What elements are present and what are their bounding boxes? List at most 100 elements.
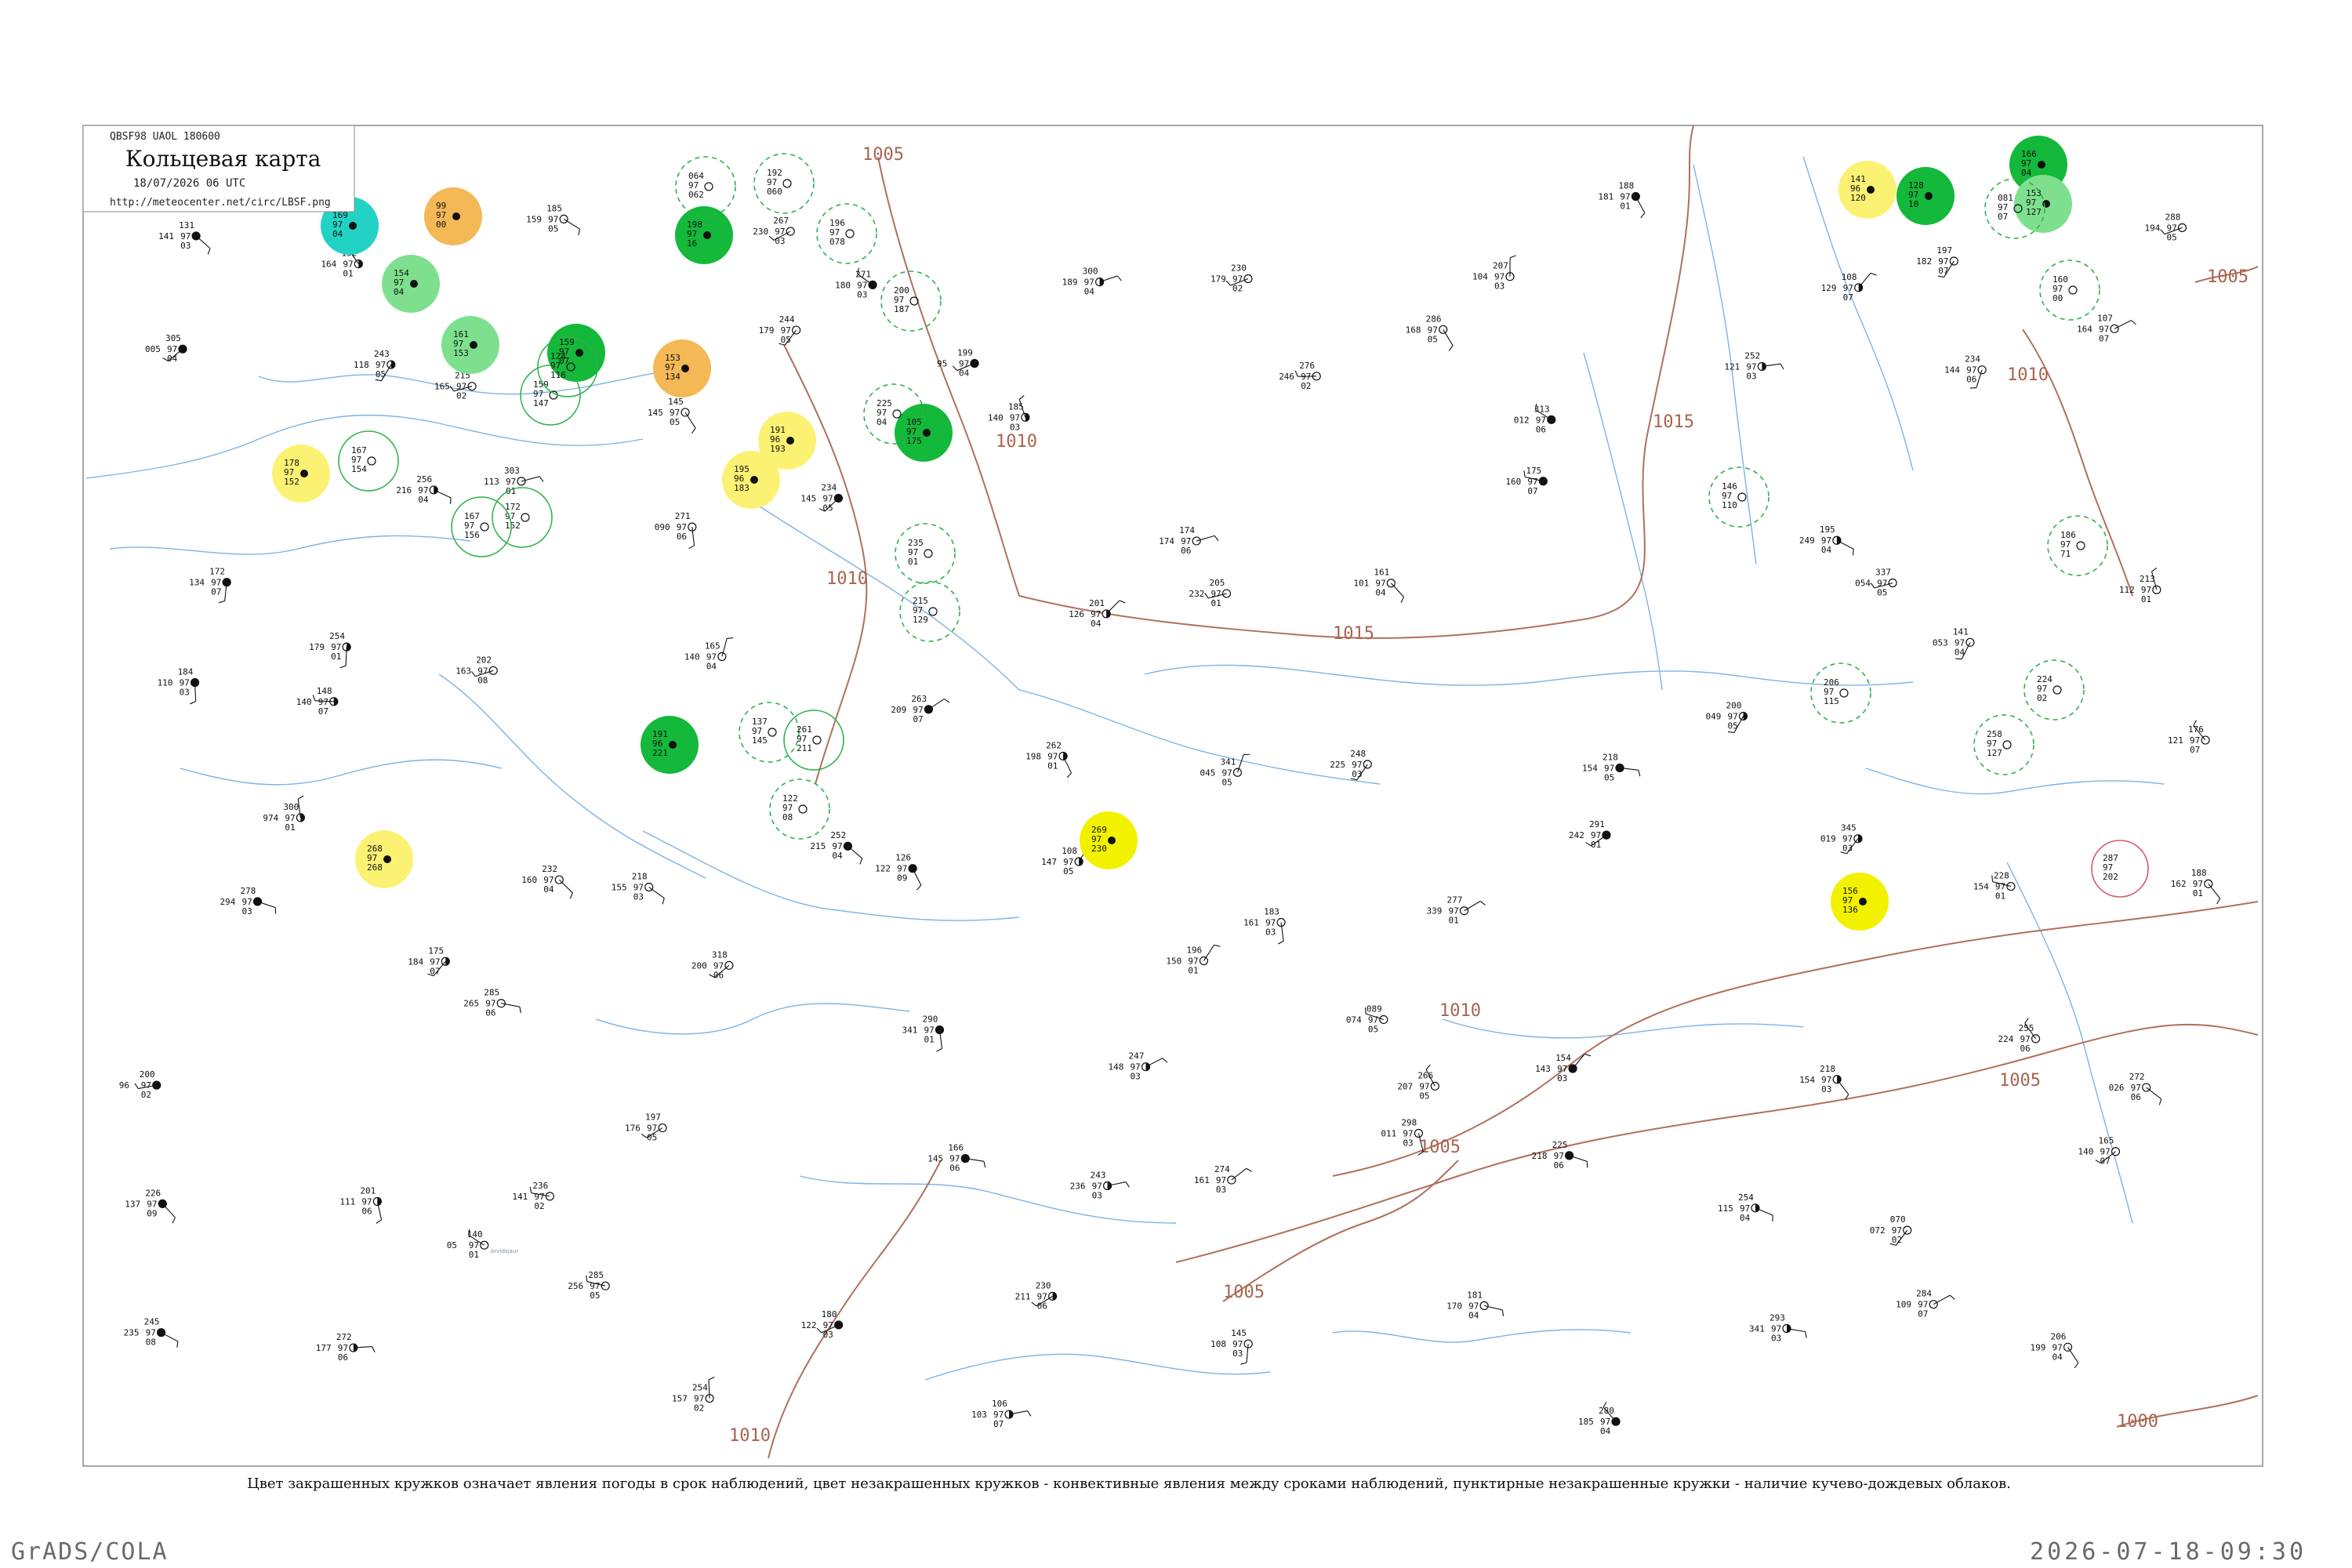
filled-weather-circle: 1289710 (1896, 167, 1955, 225)
station-value: 182 (1916, 256, 1932, 267)
station-value: 07 (993, 1419, 1004, 1429)
station-value: 209 (891, 705, 906, 715)
station-value: 230 (1231, 263, 1247, 274)
station-value: 313 (1534, 404, 1550, 414)
cloud-cover-icon (1108, 837, 1116, 844)
station-value: 03 (241, 906, 252, 916)
cloud-cover-icon (410, 280, 418, 288)
station-value: 06 (485, 1008, 495, 1018)
circle-value: 187 (894, 304, 909, 314)
filled-weather-circle: 14196120 (1838, 161, 1896, 219)
station-value: 01 (2141, 594, 2151, 604)
station-value: 161 (1243, 918, 1259, 928)
station-value: 141 (512, 1192, 528, 1202)
station-value: 05 (1604, 772, 1614, 782)
software-label: GrADS/COLA (11, 1538, 169, 1566)
station-value: 162 (2171, 879, 2187, 889)
station-value: 215 (810, 841, 826, 851)
station-value: 131 (179, 220, 194, 230)
station-value: 160 (1505, 477, 1521, 487)
station-value: 140 (296, 697, 312, 707)
station-value: 06 (1536, 424, 1546, 434)
isobar-label: 1010 (996, 432, 1037, 452)
circle-value: 07 (1998, 212, 2008, 222)
station-value: 07 (211, 587, 221, 597)
station-value: 252 (1744, 350, 1760, 361)
station-value: 154 (1973, 882, 1989, 892)
station-value: 145 (1231, 1328, 1247, 1338)
station-value: 225 (1330, 760, 1345, 770)
station-value: 110 (158, 678, 173, 688)
station-value: 179 (1210, 274, 1226, 285)
station-value: 180 (835, 280, 851, 290)
station-value: 172 (209, 567, 225, 577)
station-value: 01 (469, 1250, 479, 1260)
circle-value: 110 (1722, 500, 1737, 510)
station-value: 170 (1446, 1301, 1462, 1311)
station-value: 286 (1426, 314, 1442, 324)
station-value: 218 (1532, 1151, 1548, 1161)
circle-value: 01 (908, 557, 918, 567)
station-value: 140 (684, 652, 700, 662)
station-value: 198 (1025, 751, 1041, 761)
circle-value: 04 (877, 417, 887, 427)
station-value: 122 (875, 864, 891, 874)
station-value: 176 (2188, 724, 2204, 735)
station-value: 06 (2131, 1092, 2141, 1102)
station-value: 179 (759, 325, 775, 336)
circle-value: 211 (797, 743, 812, 753)
cloud-cover-icon (750, 476, 758, 484)
station-value: 228 (1994, 871, 2009, 881)
station-value: 213 (2140, 574, 2155, 584)
station-value: 08 (146, 1338, 156, 1348)
station-value: 06 (1966, 375, 1976, 385)
station-value: 177 (316, 1343, 332, 1353)
station-value: 243 (374, 349, 390, 359)
station-value: 01 (1591, 840, 1601, 850)
station-value: 337 (1875, 567, 1891, 577)
station-value: 165 (434, 382, 450, 392)
station-value: 03 (1352, 769, 1362, 779)
station-value: 07 (1918, 1309, 1928, 1319)
isobar-label: 1000 (2117, 1412, 2158, 1432)
station-value: 01 (343, 269, 353, 279)
station-value: 02 (141, 1090, 151, 1100)
station-value: 341 (1220, 757, 1236, 767)
station-value: 045 (1200, 768, 1215, 778)
station-value: 200 (140, 1069, 155, 1080)
isobar-label: 1005 (1999, 1071, 2041, 1091)
filled-weather-circle: 1989716 (675, 206, 733, 264)
station-name: Arvidsjaur (491, 1248, 519, 1254)
station-value: 05 (647, 1133, 657, 1143)
station-value: 199 (957, 347, 973, 358)
station-value: 201 (360, 1185, 376, 1196)
station-value: 108 (1210, 1339, 1226, 1349)
station-value: 236 (1070, 1181, 1086, 1192)
station-value: 05 (670, 417, 680, 427)
station-value: 145 (668, 397, 684, 407)
station-value: 242 (1569, 830, 1584, 840)
station-value: 03 (1010, 422, 1020, 432)
circle-value: 04 (2021, 168, 2032, 178)
station-value: 01 (1449, 916, 1459, 926)
station-value: 01 (1188, 966, 1198, 976)
circle-value: 156 (464, 530, 480, 540)
circle-value: 10 (1908, 199, 1918, 209)
station-value: 339 (1427, 906, 1443, 916)
station-value: 03 (1130, 1072, 1140, 1082)
isobar-label: 1005 (1223, 1283, 1265, 1302)
station-value: 02 (1232, 284, 1243, 294)
station-value: 01 (924, 1035, 934, 1045)
station-value: 070 (1890, 1214, 1906, 1225)
header-code: QBSF98 UAOL 180600 (110, 131, 220, 143)
station-value: 011 (1381, 1129, 1396, 1139)
station-value: 175 (428, 946, 444, 956)
station-value: 08 (477, 675, 488, 685)
circle-value: 078 (829, 237, 845, 247)
station-value: 230 (1036, 1280, 1051, 1290)
station-value: 164 (2077, 324, 2092, 334)
circle-value: 00 (436, 220, 446, 230)
station-value: 053 (1933, 637, 1948, 648)
filled-weather-circle: 26997230 (1080, 811, 1138, 869)
cloud-cover-icon (2038, 161, 2045, 169)
